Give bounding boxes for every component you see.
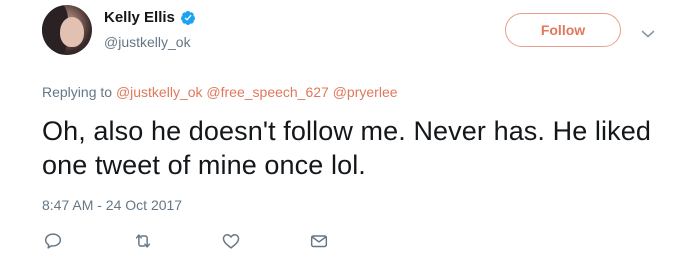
mention-link[interactable]: @free_speech_627 bbox=[206, 84, 328, 100]
mention-link[interactable]: @pryerlee bbox=[333, 84, 398, 100]
chevron-down-icon[interactable] bbox=[641, 26, 655, 38]
follow-button[interactable]: Follow bbox=[505, 13, 621, 47]
avatar[interactable] bbox=[42, 5, 92, 55]
verified-badge-icon bbox=[180, 10, 196, 26]
name-row: Kelly Ellis bbox=[104, 9, 196, 26]
avatar-face bbox=[60, 17, 84, 47]
heart-icon[interactable] bbox=[220, 230, 242, 252]
tweet-timestamp[interactable]: 8:47 AM - 24 Oct 2017 bbox=[42, 197, 182, 213]
retweet-icon[interactable] bbox=[132, 230, 154, 252]
display-name[interactable]: Kelly Ellis bbox=[104, 9, 175, 26]
replying-to-label: Replying to bbox=[42, 84, 113, 100]
tweet-text: Oh, also he doesn't follow me. Never has… bbox=[42, 116, 651, 180]
reply-icon[interactable] bbox=[42, 230, 64, 252]
user-handle[interactable]: @justkelly_ok bbox=[104, 34, 191, 50]
tweet: Kelly Ellis @justkelly_ok Follow Replyin… bbox=[0, 0, 700, 280]
envelope-icon[interactable] bbox=[308, 230, 330, 252]
replying-to: Replying to @justkelly_ok @free_speech_6… bbox=[42, 84, 398, 100]
mention-link[interactable]: @justkelly_ok bbox=[116, 84, 203, 100]
